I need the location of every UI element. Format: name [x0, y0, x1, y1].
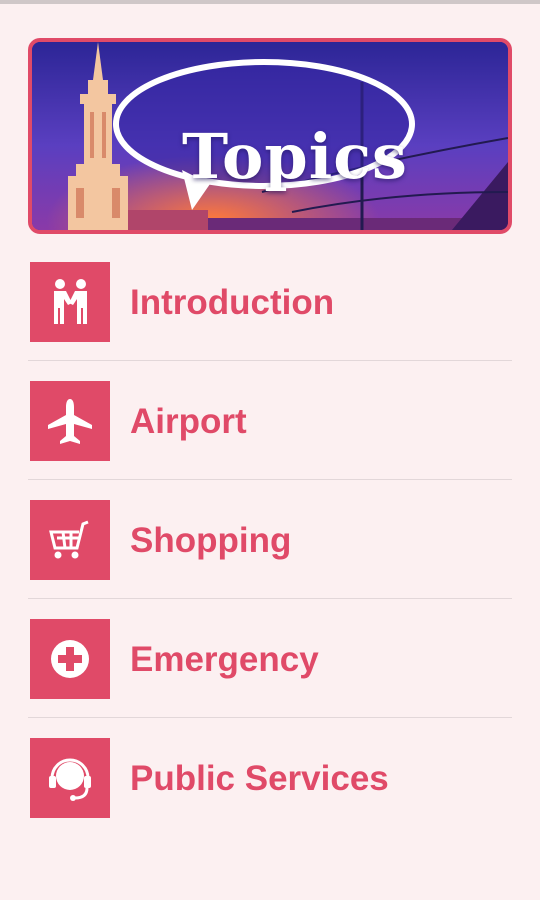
- shopping-cart-icon: [30, 500, 110, 580]
- topics-banner: Topics: [28, 38, 512, 234]
- airplane-icon: [30, 381, 110, 461]
- banner-title: Topics: [182, 120, 408, 193]
- status-bar-strip: [0, 0, 540, 4]
- menu-item-label: Emergency: [130, 640, 319, 679]
- menu-item-label: Shopping: [130, 521, 292, 560]
- medical-cross-icon: [30, 619, 110, 699]
- menu-item-label: Public Services: [130, 759, 389, 798]
- menu-item-public-services[interactable]: Public Services: [28, 718, 512, 837]
- menu-item-label: Airport: [130, 402, 247, 441]
- headset-icon: [30, 738, 110, 818]
- menu-item-label: Introduction: [130, 283, 335, 322]
- topics-menu: Introduction Airport Shopping Emergency …: [28, 242, 512, 837]
- menu-item-emergency[interactable]: Emergency: [28, 599, 512, 718]
- menu-item-introduction[interactable]: Introduction: [28, 242, 512, 361]
- menu-item-shopping[interactable]: Shopping: [28, 480, 512, 599]
- handshake-icon: [30, 262, 110, 342]
- menu-item-airport[interactable]: Airport: [28, 361, 512, 480]
